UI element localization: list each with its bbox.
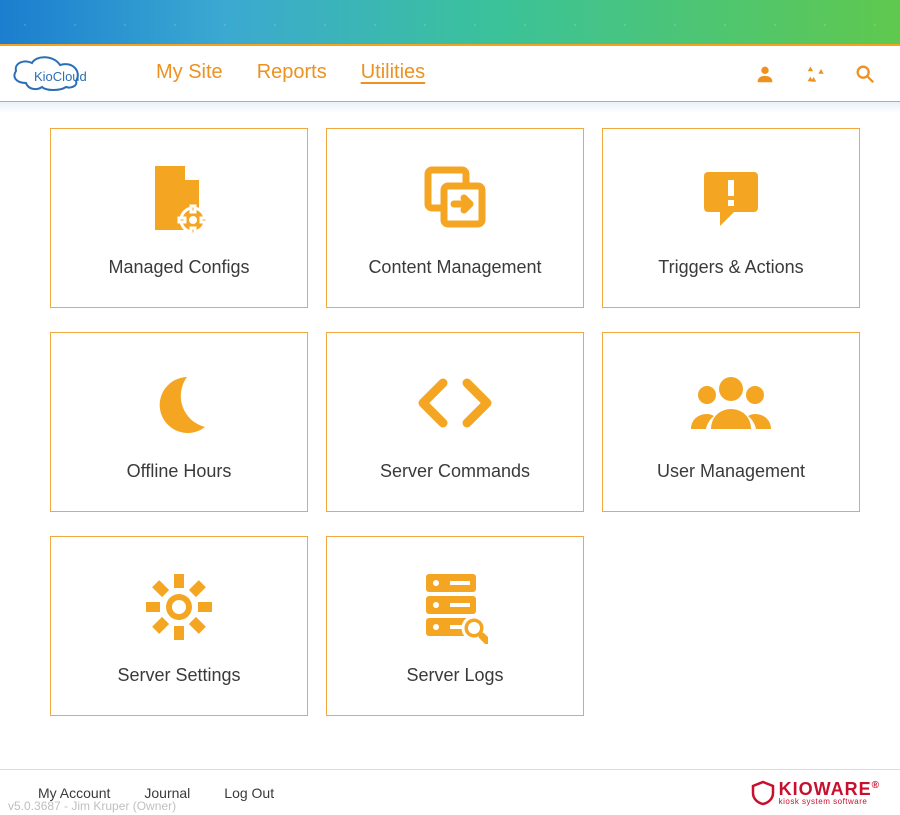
brand-sub: kiosk system software — [779, 798, 880, 806]
tile-label: Managed Configs — [108, 257, 249, 278]
nav-reports[interactable]: Reports — [257, 61, 327, 86]
file-gear-icon — [147, 159, 211, 239]
server-icon — [422, 567, 488, 647]
code-icon — [415, 363, 495, 443]
footer: My Account Journal Log Out KKIOWAREIOWAR… — [0, 769, 900, 815]
tile-label: Server Settings — [117, 665, 240, 686]
tile-label: User Management — [657, 461, 805, 482]
gear-icon — [144, 567, 214, 647]
top-banner — [0, 0, 900, 46]
tile-label: Offline Hours — [127, 461, 232, 482]
footer-meta: v5.0.3687 - Jim Kruper (Owner) — [8, 799, 176, 813]
search-icon[interactable] — [854, 63, 876, 85]
users-icon — [689, 363, 773, 443]
tile-label: Content Management — [368, 257, 541, 278]
brand-main: KKIOWAREIOWARE® — [779, 780, 880, 798]
tile-server-commands[interactable]: Server Commands — [326, 332, 584, 512]
nav-my-site[interactable]: My Site — [156, 61, 223, 86]
copy-arrow-icon — [420, 159, 490, 239]
footer-logout[interactable]: Log Out — [224, 785, 274, 801]
tile-server-logs[interactable]: Server Logs — [326, 536, 584, 716]
nav-icons — [754, 63, 876, 85]
tile-label: Server Logs — [406, 665, 503, 686]
recycle-icon[interactable] — [804, 63, 826, 85]
moon-icon — [147, 363, 211, 443]
tile-triggers-actions[interactable]: Triggers & Actions — [602, 128, 860, 308]
tile-server-settings[interactable]: Server Settings — [50, 536, 308, 716]
logo-text: KioCloud — [34, 69, 87, 84]
tile-label: Server Commands — [380, 461, 530, 482]
tile-label: Triggers & Actions — [658, 257, 803, 278]
footer-brand[interactable]: KKIOWAREIOWARE® kiosk system software — [749, 779, 880, 807]
tile-content-management[interactable]: Content Management — [326, 128, 584, 308]
brand-logo[interactable]: KioCloud — [6, 51, 146, 97]
subheader-gradient — [0, 102, 900, 112]
nav-utilities[interactable]: Utilities — [361, 61, 425, 86]
navbar: KioCloud My Site Reports Utilities — [0, 46, 900, 102]
tile-user-management[interactable]: User Management — [602, 332, 860, 512]
tile-offline-hours[interactable]: Offline Hours — [50, 332, 308, 512]
nav-links: My Site Reports Utilities — [156, 61, 425, 86]
tile-managed-configs[interactable]: Managed Configs — [50, 128, 308, 308]
person-icon[interactable] — [754, 63, 776, 85]
tile-grid: Managed Configs Content Management Trigg… — [0, 112, 900, 716]
alert-bubble-icon — [696, 159, 766, 239]
